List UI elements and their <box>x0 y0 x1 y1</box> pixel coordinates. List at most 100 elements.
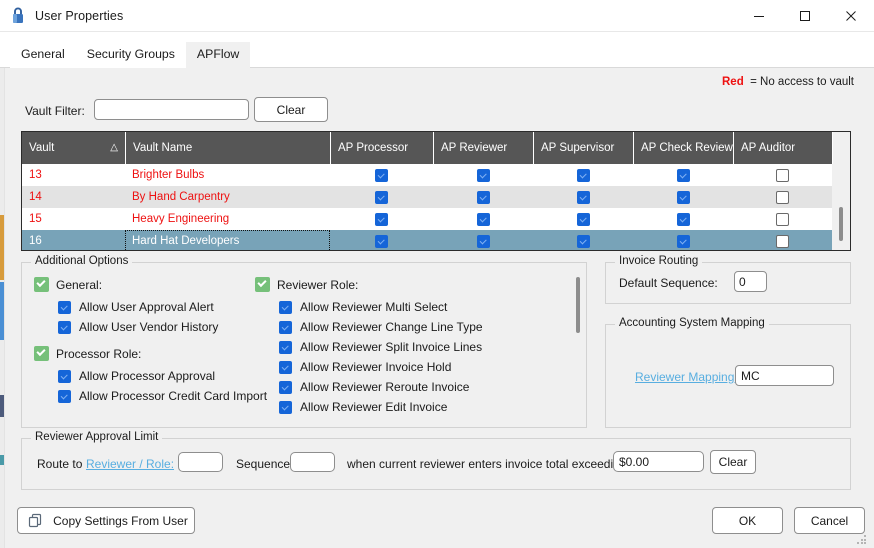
checkbox-checked-icon[interactable] <box>476 212 490 226</box>
checkbox-checked-icon[interactable] <box>279 360 292 374</box>
option-allow-user-vendor-history[interactable]: Allow User Vendor History <box>58 317 267 337</box>
cell-ap-check-review[interactable] <box>633 208 733 230</box>
cell-ap-auditor[interactable] <box>733 230 832 250</box>
maximize-icon[interactable] <box>782 0 828 32</box>
checkbox-checked-icon[interactable] <box>476 234 490 248</box>
cell-ap-supervisor[interactable] <box>533 186 633 208</box>
grid-col-ap-auditor[interactable]: AP Auditor <box>733 132 832 164</box>
checkbox-checked-icon[interactable] <box>279 380 292 394</box>
checkbox-checked-green-icon[interactable] <box>34 346 49 361</box>
checkbox-unchecked-icon[interactable] <box>776 190 789 204</box>
grid-col-ap-check-review[interactable]: AP Check Review <box>633 132 733 164</box>
vault-filter-input[interactable] <box>94 99 249 120</box>
copy-settings-from-user-button[interactable]: Copy Settings From User <box>17 507 195 534</box>
cell-ap-auditor[interactable] <box>733 164 832 186</box>
checkbox-checked-green-icon[interactable] <box>255 277 270 292</box>
reviewer-role-link[interactable]: Reviewer / Role: <box>86 457 174 471</box>
grid-col-ap-processor[interactable]: AP Processor <box>330 132 433 164</box>
tab-general[interactable]: General <box>10 42 76 68</box>
checkbox-checked-icon[interactable] <box>279 400 292 414</box>
close-icon[interactable] <box>828 0 874 32</box>
cell-ap-processor[interactable] <box>330 164 433 186</box>
checkbox-checked-icon[interactable] <box>279 320 292 334</box>
option-allow-processor-credit-card-import[interactable]: Allow Processor Credit Card Import <box>58 386 267 406</box>
reviewer-role-input[interactable] <box>178 452 223 472</box>
grid-col-vault[interactable]: Vault △ <box>22 132 125 164</box>
option-allow-user-approval-alert[interactable]: Allow User Approval Alert <box>58 297 267 317</box>
processor-role-header[interactable]: Processor Role: <box>34 346 267 361</box>
checkbox-checked-icon[interactable] <box>576 190 590 204</box>
option-allow-reviewer-change-line-type[interactable]: Allow Reviewer Change Line Type <box>279 317 483 337</box>
cell-ap-supervisor[interactable] <box>533 164 633 186</box>
checkbox-checked-icon[interactable] <box>576 212 590 226</box>
table-row[interactable]: 13 Brighter Bulbs <box>22 164 850 186</box>
tab-apflow[interactable]: APFlow <box>185 42 251 68</box>
checkbox-checked-icon[interactable] <box>576 168 590 182</box>
table-row[interactable]: 14 By Hand Carpentry <box>22 186 850 208</box>
checkbox-checked-icon[interactable] <box>58 389 71 403</box>
cell-ap-auditor[interactable] <box>733 186 832 208</box>
option-allow-reviewer-edit-invoice[interactable]: Allow Reviewer Edit Invoice <box>279 397 483 417</box>
cell-ap-check-review[interactable] <box>633 186 733 208</box>
cell-ap-auditor[interactable] <box>733 208 832 230</box>
checkbox-unchecked-icon[interactable] <box>776 168 789 182</box>
resize-grip[interactable] <box>857 535 867 545</box>
option-allow-reviewer-split-invoice-lines[interactable]: Allow Reviewer Split Invoice Lines <box>279 337 483 357</box>
grid-col-ap-reviewer[interactable]: AP Reviewer <box>433 132 533 164</box>
cell-ap-reviewer[interactable] <box>433 164 533 186</box>
option-allow-reviewer-multi-select[interactable]: Allow Reviewer Multi Select <box>279 297 483 317</box>
checkbox-checked-icon[interactable] <box>375 234 388 248</box>
cell-ap-reviewer[interactable] <box>433 208 533 230</box>
checkbox-checked-icon[interactable] <box>476 168 490 182</box>
additional-options-scrollbar[interactable] <box>576 277 580 333</box>
sequence-input[interactable] <box>290 452 335 472</box>
option-allow-reviewer-invoice-hold[interactable]: Allow Reviewer Invoice Hold <box>279 357 483 377</box>
ok-button[interactable]: OK <box>712 507 783 534</box>
checkbox-checked-icon[interactable] <box>676 168 690 182</box>
checkbox-checked-icon[interactable] <box>476 190 490 204</box>
reviewer-limit-clear-button[interactable]: Clear <box>710 450 756 474</box>
checkbox-checked-icon[interactable] <box>676 212 690 226</box>
cell-ap-processor[interactable] <box>330 186 433 208</box>
checkbox-checked-icon[interactable] <box>576 234 590 248</box>
checkbox-checked-icon[interactable] <box>58 320 71 334</box>
checkbox-checked-icon[interactable] <box>58 300 71 314</box>
checkbox-checked-icon[interactable] <box>279 340 292 354</box>
cell-vault-name[interactable]: Hard Hat Developers <box>125 230 330 250</box>
invoice-total-amount-input[interactable] <box>613 451 704 472</box>
reviewer-mapping-input[interactable] <box>735 365 834 386</box>
reviewer-role-header[interactable]: Reviewer Role: <box>255 277 483 292</box>
cell-ap-reviewer[interactable] <box>433 186 533 208</box>
cell-ap-processor[interactable] <box>330 208 433 230</box>
cancel-button[interactable]: Cancel <box>794 507 865 534</box>
tab-security-groups[interactable]: Security Groups <box>75 42 186 68</box>
cell-ap-check-review[interactable] <box>633 164 733 186</box>
reviewer-mapping-link[interactable]: Reviewer Mapping: <box>635 370 738 384</box>
checkbox-checked-icon[interactable] <box>375 190 388 204</box>
cell-ap-reviewer[interactable] <box>433 230 533 250</box>
checkbox-checked-icon[interactable] <box>676 190 690 204</box>
cell-ap-supervisor[interactable] <box>533 208 633 230</box>
cell-ap-check-review[interactable] <box>633 230 733 250</box>
checkbox-checked-icon[interactable] <box>279 300 292 314</box>
default-sequence-input[interactable] <box>734 271 767 292</box>
grid-col-ap-supervisor[interactable]: AP Supervisor <box>533 132 633 164</box>
cell-ap-supervisor[interactable] <box>533 230 633 250</box>
checkbox-unchecked-icon[interactable] <box>776 212 789 226</box>
option-allow-processor-approval[interactable]: Allow Processor Approval <box>58 366 267 386</box>
option-allow-reviewer-reroute-invoice[interactable]: Allow Reviewer Reroute Invoice <box>279 377 483 397</box>
table-row[interactable]: 16 Hard Hat Developers <box>22 230 850 250</box>
checkbox-unchecked-icon[interactable] <box>776 234 789 248</box>
checkbox-checked-icon[interactable] <box>375 212 388 226</box>
checkbox-checked-icon[interactable] <box>676 234 690 248</box>
vault-filter-clear-button[interactable]: Clear <box>254 97 328 122</box>
checkbox-checked-green-icon[interactable] <box>34 277 49 292</box>
table-row[interactable]: 15 Heavy Engineering <box>22 208 850 230</box>
general-header[interactable]: General: <box>34 277 267 292</box>
checkbox-checked-icon[interactable] <box>375 168 388 182</box>
grid-vertical-scrollbar[interactable] <box>839 207 843 241</box>
minimize-icon[interactable] <box>736 0 782 32</box>
cell-ap-processor[interactable] <box>330 230 433 250</box>
grid-col-vault-name[interactable]: Vault Name <box>125 132 330 164</box>
checkbox-checked-icon[interactable] <box>58 369 71 383</box>
